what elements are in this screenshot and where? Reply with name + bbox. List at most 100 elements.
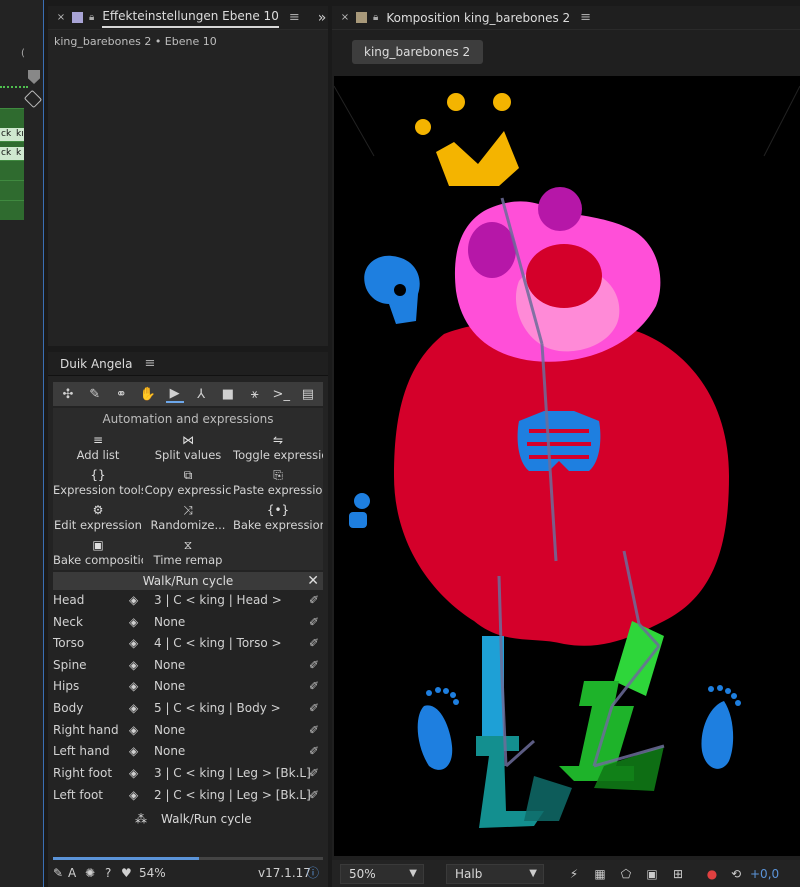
split-values-button[interactable]: ⋈ Split values xyxy=(143,430,233,465)
bun xyxy=(538,187,582,231)
pick-icon[interactable]: ✐ xyxy=(309,698,319,719)
time-remap-button[interactable]: ⧖ Time remap xyxy=(143,535,233,570)
randomize-button[interactable]: ⤨ Randomize... xyxy=(143,500,233,535)
edit-expression-button[interactable]: ⚙ Edit expression xyxy=(53,500,143,535)
bake-composition-button[interactable]: ▣ Bake compositio xyxy=(53,535,143,570)
lock-icon[interactable]: 🔒︎ xyxy=(89,12,94,23)
tool-label: Add list xyxy=(76,448,120,462)
pick-icon[interactable]: ✐ xyxy=(309,676,319,697)
tool-label: Expression tools xyxy=(53,483,143,497)
layers-icon[interactable]: ◈ xyxy=(129,655,138,676)
layers-icon[interactable]: ◈ xyxy=(129,698,138,719)
rig-icon[interactable]: ⚹ xyxy=(246,385,264,403)
close-icon[interactable]: ✕ xyxy=(307,572,319,590)
heart-icon[interactable]: ♥ xyxy=(121,862,132,884)
pick-icon[interactable]: ✐ xyxy=(309,785,319,806)
walk-cycle-header: Walk/Run cycle ✕ xyxy=(53,572,323,590)
paste-expression-button[interactable]: ⎘ Paste expression xyxy=(233,465,323,500)
row-value[interactable]: None xyxy=(154,655,185,676)
add-list-button[interactable]: ≡ Add list xyxy=(53,430,143,465)
tab-effects-title[interactable]: Effekteinstellungen Ebene 10 xyxy=(102,9,279,28)
panel-menu-icon[interactable]: ≡ xyxy=(144,356,155,371)
pick-icon[interactable]: ✐ xyxy=(309,763,319,784)
tool-label: Randomize... xyxy=(150,518,226,532)
pick-icon[interactable]: ✐ xyxy=(309,633,319,654)
row-value[interactable]: 3 | C < king | Leg > [Bk.L] xyxy=(154,763,311,784)
row-label: Head xyxy=(53,593,85,607)
color-channels-icon[interactable]: ● xyxy=(702,865,722,883)
playhead-icon[interactable] xyxy=(28,70,40,84)
close-tab-button[interactable]: × xyxy=(336,12,354,23)
expand-panels-icon[interactable]: » xyxy=(318,10,327,26)
row-value[interactable]: None xyxy=(154,741,185,762)
close-tab-button[interactable]: × xyxy=(52,12,70,23)
layers-icon[interactable]: ◈ xyxy=(129,633,138,654)
duik-header: Duik Angela ≡ xyxy=(48,352,328,376)
zoom-dropdown[interactable]: 50% ▼ xyxy=(340,863,424,884)
panel-menu-icon[interactable]: ≡ xyxy=(289,10,300,25)
composition-subtab[interactable]: king_barebones 2 xyxy=(352,40,483,64)
links-icon[interactable]: ✣ xyxy=(59,385,77,403)
keyframe-nav-icon[interactable] xyxy=(23,89,43,109)
pick-icon[interactable]: ✐ xyxy=(309,741,319,762)
hand-icon[interactable]: ✋ xyxy=(139,385,157,403)
document-icon[interactable]: ▤ xyxy=(299,385,317,403)
progress-bar xyxy=(53,857,323,860)
exposure-value[interactable]: +0,0 xyxy=(750,867,779,881)
transparency-grid-icon[interactable]: ▦ xyxy=(590,865,610,883)
row-value[interactable]: None xyxy=(154,612,185,633)
list-item: Left foot ◈ 2 | C < king | Leg > [Bk.L] ✐ xyxy=(53,785,323,806)
pick-icon[interactable]: ✐ xyxy=(309,720,319,741)
walk-cycle-button[interactable]: ⁂ Walk/Run cycle xyxy=(53,808,323,830)
resolution-dropdown[interactable]: Halb ▼ xyxy=(446,863,544,884)
list-item: Spine ◈ None ✐ xyxy=(53,655,323,676)
play-icon[interactable]: ▶ xyxy=(165,385,184,403)
composition-viewer[interactable] xyxy=(333,76,800,856)
row-value[interactable]: 3 | C < king | Head > xyxy=(154,590,282,611)
layer-bar xyxy=(0,160,24,180)
camera-icon[interactable]: ■ xyxy=(219,385,237,403)
bone-icon[interactable]: ⅄ xyxy=(192,385,210,403)
duik-title[interactable]: Duik Angela xyxy=(60,357,132,371)
layers-icon[interactable]: ◈ xyxy=(129,676,138,697)
pick-icon[interactable]: ✐ xyxy=(309,655,319,676)
pick-icon[interactable]: ✐ xyxy=(309,590,319,611)
brush-icon[interactable]: ✎ xyxy=(86,385,104,403)
list-item: Right foot ◈ 3 | C < king | Leg > [Bk.L] ✐ xyxy=(53,763,323,784)
terminal-icon[interactable]: >_ xyxy=(272,385,290,403)
layers-icon[interactable]: ◈ xyxy=(129,741,138,762)
bake-expressions-button[interactable]: {•} Bake expressions xyxy=(233,500,323,535)
lock-icon[interactable]: 🔒︎ xyxy=(373,12,378,23)
link-icon[interactable]: ⚭ xyxy=(112,385,130,403)
mask-visibility-icon[interactable]: ⬠ xyxy=(616,865,636,883)
tool-label: Copy expressic xyxy=(144,483,232,497)
row-label: Right foot xyxy=(53,766,113,780)
row-value[interactable]: None xyxy=(154,720,185,741)
pick-icon[interactable]: ✐ xyxy=(309,612,319,633)
row-value[interactable]: None xyxy=(154,676,185,697)
tab-composition-title[interactable]: Komposition king_barebones 2 xyxy=(386,11,570,25)
edit-icon: ⚙ xyxy=(92,503,104,517)
zoom-value: 50% xyxy=(349,866,376,881)
layers-icon[interactable]: ◈ xyxy=(129,612,138,633)
layers-icon[interactable]: ◈ xyxy=(129,785,138,806)
text-icon[interactable]: A xyxy=(68,862,76,884)
layers-icon[interactable]: ◈ xyxy=(129,590,138,611)
grid-guides-icon[interactable]: ⊞ xyxy=(668,865,688,883)
panel-menu-icon[interactable]: ≡ xyxy=(580,10,591,25)
wrench-icon[interactable]: ✎ xyxy=(53,862,63,884)
layers-icon[interactable]: ◈ xyxy=(129,720,138,741)
help-icon[interactable]: ? xyxy=(105,862,111,884)
info-icon[interactable]: ⓘ xyxy=(307,862,319,884)
row-value[interactable]: 2 | C < king | Leg > [Bk.L] xyxy=(154,785,311,806)
copy-expression-button[interactable]: ⧉ Copy expressic xyxy=(143,465,233,500)
region-of-interest-icon[interactable]: ▣ xyxy=(642,865,662,883)
layers-icon[interactable]: ◈ xyxy=(129,763,138,784)
reset-exposure-icon[interactable]: ⟲ xyxy=(726,865,746,883)
expression-tools-button[interactable]: {} Expression tools xyxy=(53,465,143,500)
row-value[interactable]: 5 | C < king | Body > xyxy=(154,698,281,719)
toggle-expression-button[interactable]: ⇋Toggle expressior xyxy=(233,430,323,465)
bug-icon[interactable]: ✺ xyxy=(85,862,95,884)
row-value[interactable]: 4 | C < king | Torso > xyxy=(154,633,282,654)
fast-preview-icon[interactable]: ⚡ xyxy=(564,865,584,883)
